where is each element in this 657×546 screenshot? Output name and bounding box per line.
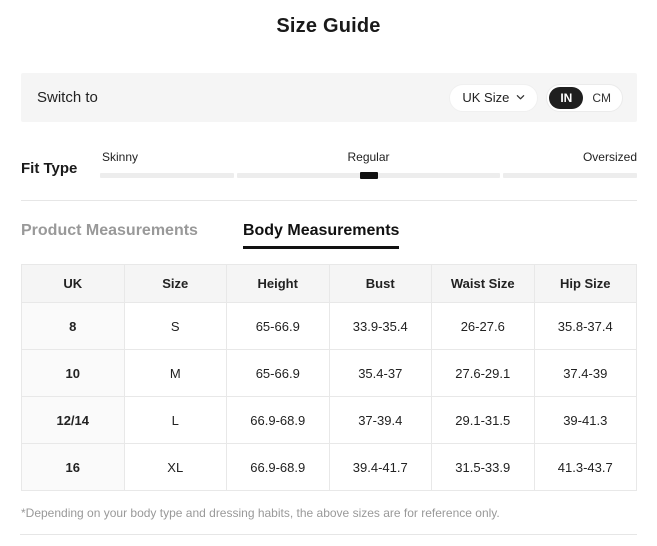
size-table: UK Size Height Bust Waist Size Hip Size … xyxy=(21,264,637,491)
cell-waist: 29.1-31.5 xyxy=(431,396,535,444)
fit-slider-segment[interactable] xyxy=(502,173,637,178)
cell-height: 66.9-68.9 xyxy=(226,443,330,491)
fit-slider-track[interactable] xyxy=(100,172,637,179)
chevron-down-icon xyxy=(517,95,525,100)
switch-to-label: Switch to xyxy=(37,89,98,106)
fit-option-regular[interactable]: Regular xyxy=(347,150,389,164)
cell-height: 66.9-68.9 xyxy=(226,396,330,444)
fit-option-oversized[interactable]: Oversized xyxy=(583,150,637,164)
section-divider xyxy=(21,200,637,201)
col-header-size: Size xyxy=(123,264,227,303)
tab-product-measurements[interactable]: Product Measurements xyxy=(21,222,198,249)
cell-height: 65-66.9 xyxy=(226,349,330,397)
page-title: Size Guide xyxy=(276,15,381,37)
cell-size: M xyxy=(123,349,227,397)
fit-type-label: Fit Type xyxy=(21,160,78,177)
fit-type-options: Skinny Regular Oversized xyxy=(100,150,637,165)
size-standard-dropdown[interactable]: UK Size xyxy=(449,83,539,112)
size-guide-dialog: Size Guide Switch to UK Size IN CM Fit T… xyxy=(0,0,657,546)
cell-size: XL xyxy=(123,443,227,491)
fit-type-section: Fit Type Skinny Regular Oversized xyxy=(21,150,637,179)
unit-option-in[interactable]: IN xyxy=(549,86,584,109)
switch-bar-controls: UK Size IN CM xyxy=(449,83,623,112)
col-header-uk: UK xyxy=(21,264,125,303)
cell-bust: 37-39.4 xyxy=(328,396,432,444)
table-row: 12/14 L 66.9-68.9 37-39.4 29.1-31.5 39-4… xyxy=(21,396,637,444)
cell-size: S xyxy=(123,302,227,350)
cell-bust: 39.4-41.7 xyxy=(328,443,432,491)
table-row: 16 XL 66.9-68.9 39.4-41.7 31.5-33.9 41.3… xyxy=(21,443,637,491)
bottom-divider xyxy=(20,534,637,535)
cell-bust: 33.9-35.4 xyxy=(328,302,432,350)
unit-toggle[interactable]: IN CM xyxy=(546,83,623,112)
col-header-bust: Bust xyxy=(328,264,432,303)
col-header-hip: Hip Size xyxy=(533,264,637,303)
cell-uk: 16 xyxy=(21,443,125,491)
cell-size: L xyxy=(123,396,227,444)
cell-waist: 26-27.6 xyxy=(431,302,535,350)
cell-bust: 35.4-37 xyxy=(328,349,432,397)
col-header-height: Height xyxy=(226,264,330,303)
unit-option-cm[interactable]: CM xyxy=(583,91,620,105)
table-row: 10 M 65-66.9 35.4-37 27.6-29.1 37.4-39 xyxy=(21,349,637,397)
cell-waist: 27.6-29.1 xyxy=(431,349,535,397)
switch-bar: Switch to UK Size IN CM xyxy=(21,73,637,122)
cell-hip: 37.4-39 xyxy=(533,349,637,397)
fit-slider-thumb[interactable] xyxy=(359,172,378,179)
cell-hip: 35.8-37.4 xyxy=(533,302,637,350)
col-header-waist: Waist Size xyxy=(431,264,535,303)
size-standard-value: UK Size xyxy=(462,90,510,105)
fit-option-skinny[interactable]: Skinny xyxy=(102,150,138,164)
cell-uk: 10 xyxy=(21,349,125,397)
cell-waist: 31.5-33.9 xyxy=(431,443,535,491)
fit-type-slider[interactable]: Skinny Regular Oversized xyxy=(100,150,637,179)
cell-hip: 39-41.3 xyxy=(533,396,637,444)
table-row: 8 S 65-66.9 33.9-35.4 26-27.6 35.8-37.4 xyxy=(21,302,637,350)
cell-uk: 8 xyxy=(21,302,125,350)
table-header-row: UK Size Height Bust Waist Size Hip Size xyxy=(21,264,637,303)
cell-uk: 12/14 xyxy=(21,396,125,444)
fit-slider-segment[interactable] xyxy=(100,173,235,178)
cell-hip: 41.3-43.7 xyxy=(533,443,637,491)
cell-height: 65-66.9 xyxy=(226,302,330,350)
measurement-tabs: Product Measurements Body Measurements xyxy=(0,222,657,249)
tab-body-measurements[interactable]: Body Measurements xyxy=(242,222,400,249)
reference-footnote: *Depending on your body type and dressin… xyxy=(21,506,500,520)
